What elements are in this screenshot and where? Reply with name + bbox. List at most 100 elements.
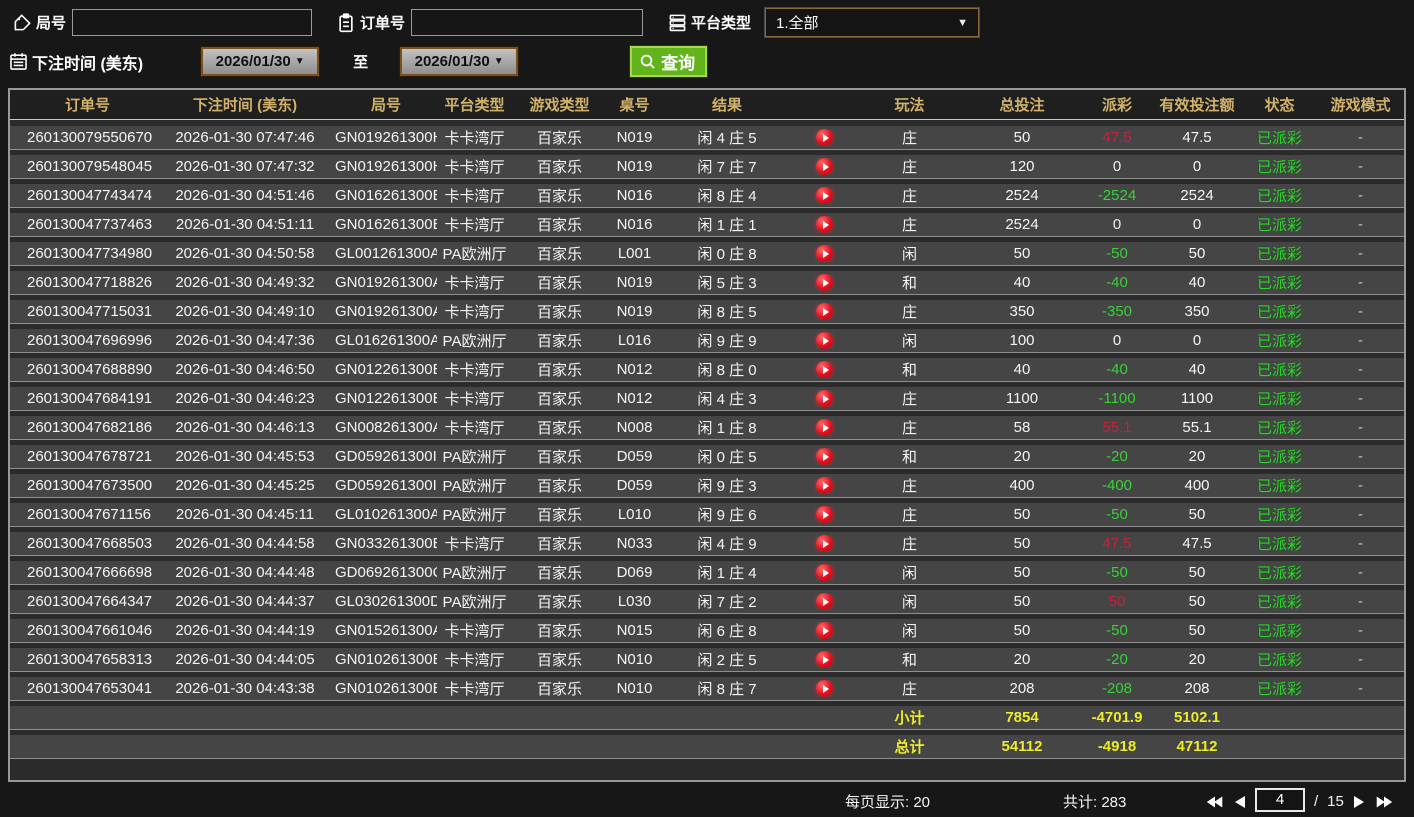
- cell-total-bet: 20: [1013, 651, 1031, 668]
- column-header: 游戏类型: [529, 97, 590, 114]
- order-number-input[interactable]: [411, 9, 644, 36]
- date-from-button[interactable]: 2026/01/30 ▼: [201, 47, 320, 76]
- table-footer: 每页显示: 20 共计: 283 4 / 15: [0, 784, 1414, 817]
- cell-round-number: GD069261300Q8: [335, 564, 437, 581]
- play-replay-button[interactable]: [816, 158, 833, 175]
- round-number-input[interactable]: [72, 9, 313, 36]
- play-replay-button[interactable]: [816, 129, 833, 146]
- cell-payout: 55.1: [1102, 419, 1132, 436]
- cell-valid-bet: 20: [1188, 651, 1206, 668]
- play-replay-button[interactable]: [816, 448, 833, 465]
- cell-game-type: 百家乐: [536, 159, 582, 176]
- to-label: 至: [353, 54, 369, 71]
- cell-bet-option: 闲: [901, 594, 917, 611]
- cell-platform-type: PA欧洲厅: [442, 478, 507, 495]
- platform-type-select[interactable]: 1.全部 ▼: [765, 8, 980, 37]
- cell-bet-option: 和: [901, 449, 917, 466]
- table-header-row: 订单号 下注时间 (美东) 局号 平台类型 游戏类型 桌号 结果 玩法 总投注 派彩 有效投注额 状态…: [10, 90, 1404, 120]
- cell-order-number: 260130047734980: [27, 245, 153, 262]
- cell-result: 闲 4 庄 5: [697, 130, 757, 147]
- cell-valid-bet: 47.5: [1182, 129, 1212, 146]
- play-replay-button[interactable]: [816, 564, 833, 581]
- table-row: 260130047664347 2026-01-30 04:44:37 GL0302…: [10, 590, 1404, 614]
- cell-total-bet: 208: [1009, 680, 1035, 697]
- cell-platform-type: 卡卡湾厅: [444, 188, 505, 205]
- play-replay-button[interactable]: [816, 332, 833, 349]
- cell-result: 闲 6 庄 8: [697, 623, 757, 640]
- cell-game-type: 百家乐: [536, 130, 582, 147]
- current-page-input[interactable]: 4: [1255, 788, 1305, 812]
- cell-valid-bet: 208: [1184, 680, 1210, 697]
- cell-platform-type: 卡卡湾厅: [444, 362, 505, 379]
- cell-status: 已派彩: [1256, 304, 1302, 321]
- cell-round-number: GD059261300I0: [335, 477, 437, 494]
- column-header: 玩法: [894, 97, 925, 114]
- cell-payout: -350: [1101, 303, 1133, 320]
- play-replay-button[interactable]: [816, 622, 833, 639]
- cell-game-mode: -: [1358, 448, 1363, 465]
- cell-result: 闲 0 庄 8: [697, 246, 757, 263]
- play-replay-button[interactable]: [816, 390, 833, 407]
- play-replay-button[interactable]: [816, 303, 833, 320]
- cell-result: 闲 9 庄 3: [697, 478, 757, 495]
- play-replay-button[interactable]: [816, 506, 833, 523]
- cell-order-number: 260130047743474: [27, 187, 153, 204]
- cell-game-type: 百家乐: [536, 681, 582, 698]
- cell-bet-time: 2026-01-30 04:51:46: [175, 187, 315, 204]
- cell-replay: [792, 506, 857, 523]
- cell-bet-time: 2026-01-30 04:46:23: [175, 390, 315, 407]
- cell-valid-bet: 40: [1188, 361, 1206, 378]
- cell-bet-option: 庄: [901, 217, 917, 234]
- first-page-icon[interactable]: [1205, 795, 1225, 809]
- cell-game-mode: -: [1358, 158, 1363, 175]
- cell-platform-type: PA欧洲厅: [442, 507, 507, 524]
- table-row: 260130047743474 2026-01-30 04:51:46 GN0162…: [10, 184, 1404, 208]
- cell-table-number: N019: [616, 129, 653, 146]
- cell-replay: [792, 245, 857, 262]
- next-page-icon[interactable]: [1353, 795, 1365, 809]
- table-row: 260130047671156 2026-01-30 04:45:11 GL0102…: [10, 503, 1404, 527]
- cell-total-bet: 1100: [1005, 390, 1039, 407]
- cell-table-number: D069: [616, 564, 653, 581]
- play-replay-button[interactable]: [816, 651, 833, 668]
- cell-status: 已派彩: [1256, 507, 1302, 524]
- cell-replay: [792, 448, 857, 465]
- play-replay-button[interactable]: [816, 361, 833, 378]
- cell-platform-type: 卡卡湾厅: [444, 623, 505, 640]
- last-page-icon[interactable]: [1374, 795, 1394, 809]
- play-replay-button[interactable]: [816, 274, 833, 291]
- search-button[interactable]: 查询: [630, 46, 708, 77]
- cell-status: 已派彩: [1256, 275, 1302, 292]
- cell-bet-time: 2026-01-30 04:44:48: [175, 564, 315, 581]
- subtotal-row: 小计 7854 -4701.9 5102.1: [10, 706, 1404, 730]
- column-header: 有效投注额: [1159, 97, 1235, 114]
- cell-payout: -50: [1106, 506, 1128, 523]
- cell-total-bet: 58: [1013, 419, 1031, 436]
- play-replay-button[interactable]: [816, 419, 833, 436]
- date-to-button[interactable]: 2026/01/30 ▼: [400, 47, 519, 76]
- cell-total-bet: 40: [1013, 274, 1031, 291]
- cell-total-bet: 50: [1013, 129, 1031, 146]
- column-header: 局号: [370, 97, 401, 114]
- cell-status: 已派彩: [1256, 188, 1302, 205]
- play-replay-button[interactable]: [816, 477, 833, 494]
- cell-status: 已派彩: [1256, 391, 1302, 408]
- cell-total-bet: 50: [1013, 564, 1031, 581]
- play-replay-button[interactable]: [816, 245, 833, 262]
- cell-bet-option: 庄: [901, 478, 917, 495]
- play-replay-button[interactable]: [816, 216, 833, 233]
- cell-result: 闲 4 庄 9: [697, 536, 757, 553]
- cell-round-number: GL030261300D7: [335, 593, 437, 610]
- play-replay-button[interactable]: [816, 593, 833, 610]
- cell-platform-type: 卡卡湾厅: [444, 652, 505, 669]
- search-icon: [638, 52, 658, 72]
- play-replay-button[interactable]: [816, 680, 833, 697]
- play-replay-button[interactable]: [816, 187, 833, 204]
- bet-time-label: 下注时间 (美东): [32, 55, 144, 73]
- table-row: 260130047658313 2026-01-30 04:44:05 GN0102…: [10, 648, 1404, 672]
- play-replay-button[interactable]: [816, 535, 833, 552]
- cell-payout: -1100: [1098, 390, 1136, 407]
- cell-result: 闲 0 庄 5: [697, 449, 757, 466]
- previous-page-icon[interactable]: [1234, 795, 1246, 809]
- cell-status: 已派彩: [1256, 449, 1302, 466]
